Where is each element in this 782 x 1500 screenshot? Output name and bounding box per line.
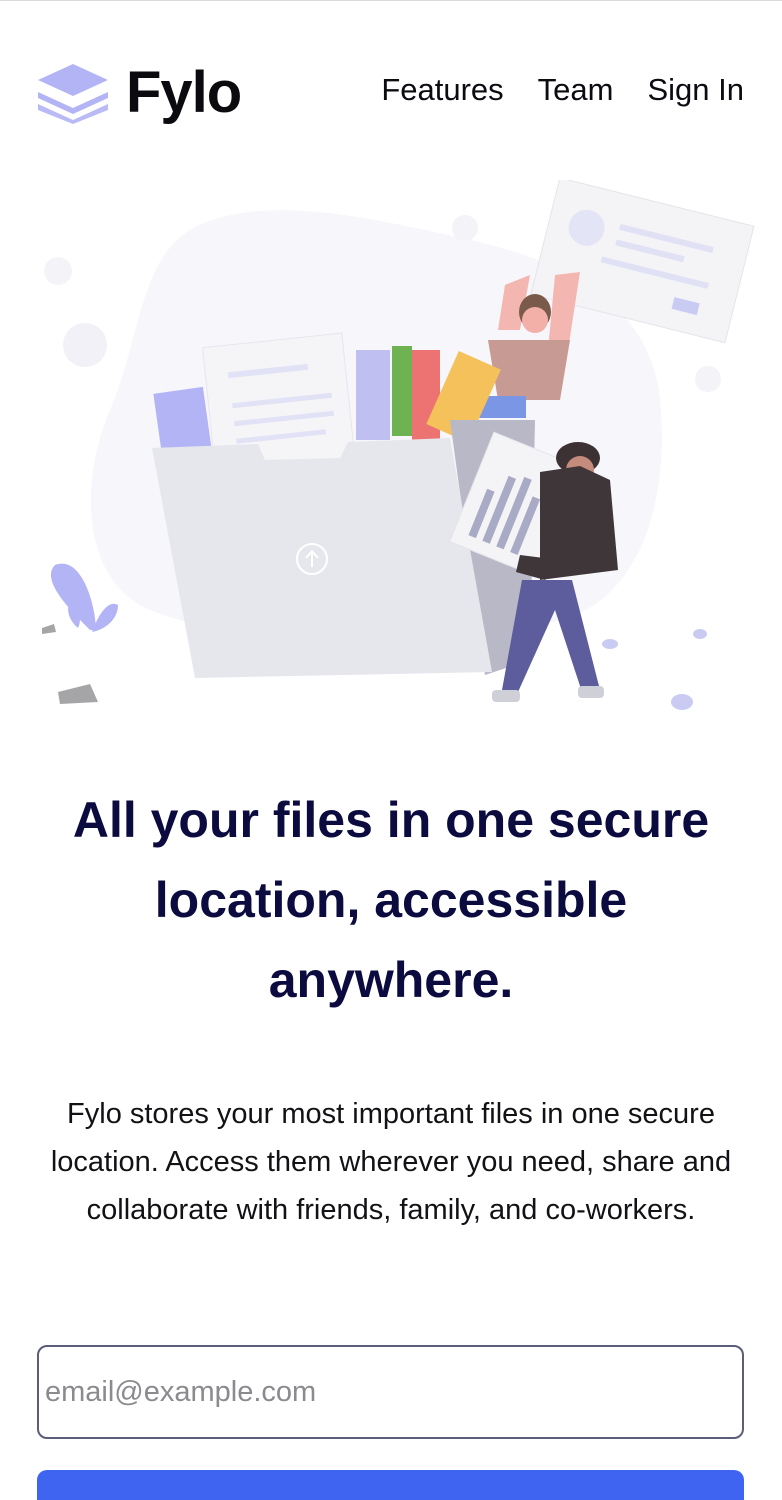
hero-illustration xyxy=(42,180,755,710)
decor-circle xyxy=(63,323,107,367)
logo[interactable]: Fylo xyxy=(36,60,242,125)
folder-front xyxy=(152,438,492,678)
nav-link-features[interactable]: Features xyxy=(381,72,503,108)
get-started-button[interactable] xyxy=(37,1470,744,1500)
decor-circle xyxy=(452,215,478,241)
brand-name: Fylo xyxy=(126,60,242,125)
main-nav: Features Team Sign In xyxy=(381,72,744,108)
leaf-decoration xyxy=(671,694,693,710)
decor-circle xyxy=(44,257,72,285)
decor-circle xyxy=(695,366,721,392)
plant-decoration xyxy=(50,563,118,632)
leaf-decoration xyxy=(602,639,618,649)
hero-description: Fylo stores your most important files in… xyxy=(50,1098,732,1226)
nav-link-team[interactable]: Team xyxy=(538,72,614,108)
stacked-layers-icon xyxy=(38,64,108,124)
leaf-decoration xyxy=(693,629,707,639)
hero-headline: All your files in one secure location, a… xyxy=(72,792,710,1008)
email-field[interactable] xyxy=(37,1345,744,1439)
rock-decoration xyxy=(58,684,98,704)
small-rock xyxy=(42,624,56,634)
site-header: Fylo Features Team Sign In xyxy=(0,0,782,180)
nav-link-sign-in[interactable]: Sign In xyxy=(647,72,744,108)
